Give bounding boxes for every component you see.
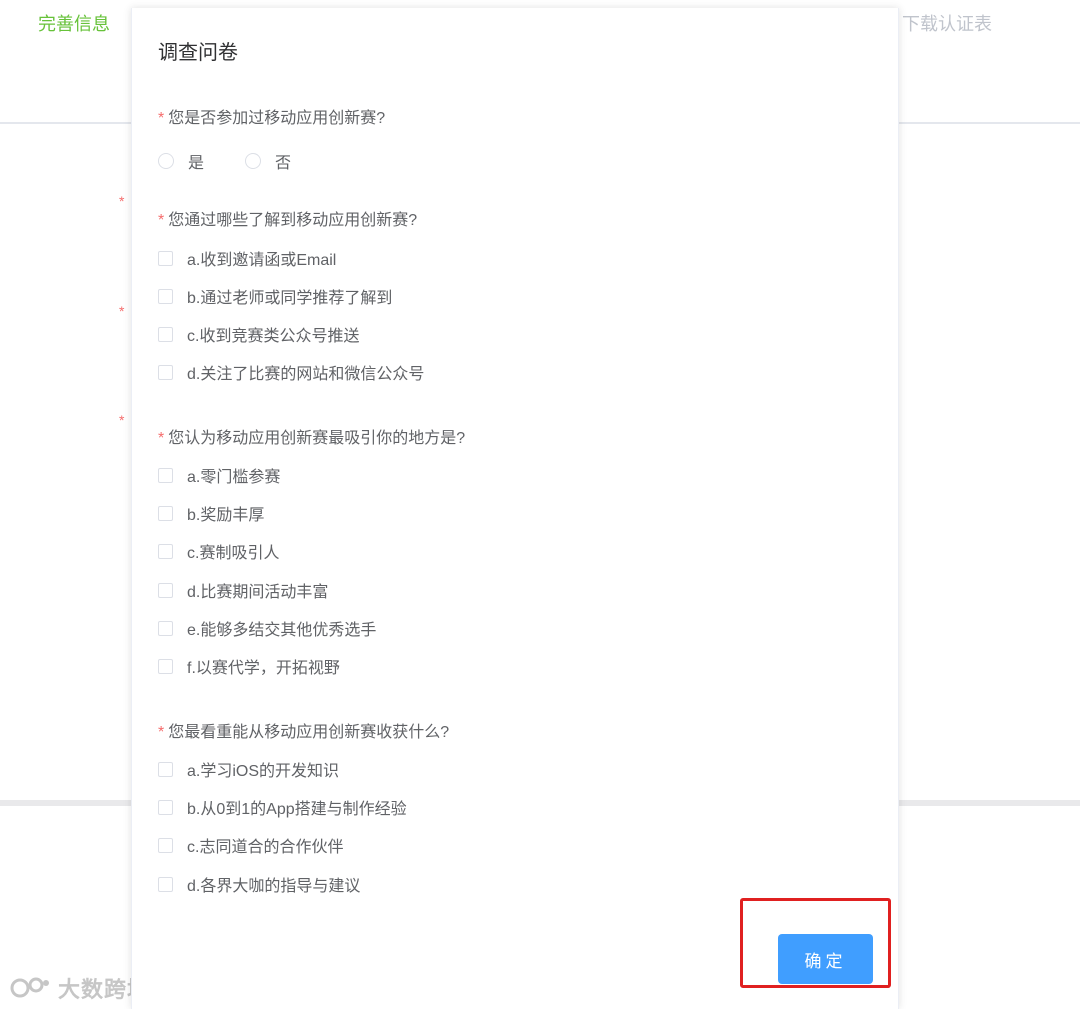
checkbox-box[interactable] (158, 288, 173, 304)
radio-label: 否 (275, 155, 292, 172)
background-required-star: * (119, 303, 125, 319)
question-1-label: 您是否参加过移动应用创新赛? (168, 110, 386, 127)
question-4: * 您最看重能从移动应用创新赛收获什么? (158, 718, 449, 742)
question-4-label: 您最看重能从移动应用创新赛收获什么? (168, 724, 450, 741)
survey-dialog: 调查问卷 * 您是否参加过移动应用创新赛? 是 否 * 您通过哪些了解到移动应用创新… (131, 8, 899, 1009)
checkbox-box[interactable] (158, 658, 173, 674)
checkbox-option[interactable]: a.收到邀请函或Email (158, 246, 336, 270)
checkbox-label: a.学习iOS的开发知识 (187, 763, 340, 780)
checkbox-label: a.收到邀请函或Email (187, 252, 337, 269)
required-star: * (158, 430, 165, 447)
checkbox-box[interactable] (158, 543, 173, 559)
checkbox-box[interactable] (158, 582, 173, 598)
checkbox-label: d.比赛期间活动丰富 (187, 584, 329, 601)
checkbox-option[interactable]: c.收到竞赛类公众号推送 (158, 322, 359, 346)
checkbox-label: b.通过老师或同学推荐了解到 (187, 290, 393, 307)
checkbox-option[interactable]: a.学习iOS的开发知识 (158, 757, 339, 781)
checkbox-option[interactable]: d.各界大咖的指导与建议 (158, 872, 360, 896)
question-3: * 您认为移动应用创新赛最吸引你的地方是? (158, 424, 465, 448)
checkbox-option[interactable]: b.通过老师或同学推荐了解到 (158, 284, 392, 308)
checkbox-option[interactable]: e.能够多结交其他优秀选手 (158, 616, 376, 640)
checkbox-box[interactable] (158, 620, 173, 636)
checkbox-option[interactable]: b.从0到1的App搭建与制作经验 (158, 795, 407, 819)
watermark: 大数跨境 (10, 972, 150, 1004)
checkbox-label: c.收到竞赛类公众号推送 (187, 328, 360, 345)
step-download-form: 下载认证表 (902, 14, 992, 34)
question-2: * 您通过哪些了解到移动应用创新赛? (158, 206, 417, 230)
background-required-star: * (119, 412, 125, 428)
checkbox-box[interactable] (158, 467, 173, 483)
required-star: * (158, 724, 165, 741)
checkbox-option[interactable]: a.零门槛参赛 (158, 463, 280, 487)
checkbox-option[interactable]: d.关注了比赛的网站和微信公众号 (158, 360, 424, 384)
radio-option-no[interactable]: 否 (245, 149, 291, 173)
checkbox-box[interactable] (158, 250, 173, 266)
required-star: * (158, 110, 165, 127)
background-required-star: * (119, 193, 125, 209)
checkbox-box[interactable] (158, 799, 173, 815)
checkbox-label: d.各界大咖的指导与建议 (187, 878, 361, 895)
confirm-button[interactable]: 确定 (778, 934, 873, 984)
checkbox-box[interactable] (158, 364, 173, 380)
checkbox-label: b.奖励丰厚 (187, 507, 265, 524)
checkbox-label: d.关注了比赛的网站和微信公众号 (187, 366, 425, 383)
checkbox-box[interactable] (158, 326, 173, 342)
checkbox-option[interactable]: f.以赛代学，开拓视野 (158, 654, 340, 678)
checkbox-label: e.能够多结交其他优秀选手 (187, 622, 377, 639)
question-2-label: 您通过哪些了解到移动应用创新赛? (168, 212, 418, 229)
dialog-title: 调查问卷 (158, 42, 238, 64)
radio-option-yes[interactable]: 是 (158, 149, 204, 173)
required-star: * (158, 212, 165, 229)
checkbox-label: c.志同道合的合作伙伴 (187, 839, 344, 856)
checkbox-box[interactable] (158, 837, 173, 853)
question-3-label: 您认为移动应用创新赛最吸引你的地方是? (168, 430, 466, 447)
checkbox-box[interactable] (158, 761, 173, 777)
question-1: * 您是否参加过移动应用创新赛? (158, 104, 385, 128)
radio-label: 是 (188, 155, 205, 172)
checkbox-label: a.零门槛参赛 (187, 469, 281, 486)
checkbox-option[interactable]: d.比赛期间活动丰富 (158, 578, 328, 602)
checkbox-label: b.从0到1的App搭建与制作经验 (187, 801, 407, 818)
checkbox-label: c.赛制吸引人 (187, 545, 280, 562)
checkbox-option[interactable]: b.奖励丰厚 (158, 501, 264, 525)
checkbox-box[interactable] (158, 505, 173, 521)
radio-circle[interactable] (158, 153, 174, 169)
checkbox-label: f.以赛代学，开拓视野 (187, 660, 340, 677)
watermark-logo-icon (10, 977, 49, 998)
checkbox-box[interactable] (158, 876, 173, 892)
step-complete-info: 完善信息 (38, 14, 110, 34)
radio-circle[interactable] (245, 153, 261, 169)
checkbox-option[interactable]: c.赛制吸引人 (158, 539, 279, 563)
checkbox-option[interactable]: c.志同道合的合作伙伴 (158, 833, 343, 857)
